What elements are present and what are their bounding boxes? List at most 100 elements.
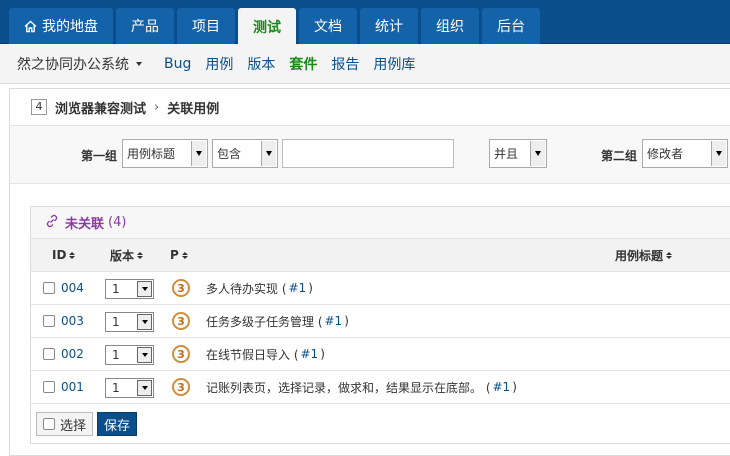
home-icon — [24, 20, 37, 33]
dropdown-arrow-icon — [261, 141, 276, 166]
sort-icon — [137, 251, 144, 259]
group2-field-select[interactable]: 修改者 — [642, 139, 728, 168]
tab-report[interactable]: 统计 — [360, 8, 418, 44]
table-footer: 选择 保存 — [31, 404, 730, 444]
version-select[interactable]: 1 — [105, 345, 154, 365]
version-select[interactable]: 1 — [105, 378, 154, 398]
select-all-label: 选择 — [60, 418, 87, 434]
top-navigation: 我的地盘 产品 项目 测试 文档 统计 组织 后台 — [0, 0, 730, 45]
sub-navigation: 然之协同办公系统 Bug 用例 版本 套件 报告 用例库 — [0, 44, 730, 84]
panel-count: (4) — [108, 215, 127, 230]
case-version-link[interactable]: #1 — [301, 347, 319, 361]
case-id-link[interactable]: 001 — [61, 380, 84, 394]
subnav-item-case[interactable]: 用例 — [205, 54, 233, 74]
priority-badge: 3 — [172, 378, 190, 396]
version-value: 1 — [112, 348, 120, 362]
col-id-header[interactable]: ID — [52, 239, 76, 271]
group1-label: 第一组 — [81, 149, 118, 163]
version-value: 1 — [112, 315, 120, 329]
case-id-link[interactable]: 002 — [61, 347, 84, 361]
system-switcher[interactable]: 然之协同办公系统 — [17, 54, 142, 74]
select-all-button[interactable]: 选择 — [36, 412, 94, 436]
subnav-item-report[interactable]: 报告 — [331, 54, 359, 74]
row-checkbox[interactable] — [43, 282, 55, 294]
panel-header: 未关联 (4) — [31, 207, 730, 239]
breadcrumb-separator: › — [154, 99, 160, 115]
case-title-text: 多人待办实现 ( — [206, 281, 287, 296]
case-version-link[interactable]: #1 — [325, 314, 343, 328]
subnav-item-suite[interactable]: 套件 — [289, 54, 317, 74]
breadcrumb: 4 浏览器兼容测试 › 关联用例 — [10, 89, 730, 126]
row-checkbox[interactable] — [43, 348, 55, 360]
group1-field-select[interactable]: 用例标题 — [122, 139, 208, 168]
group1-operator-value: 包含 — [217, 147, 242, 161]
case-version-link[interactable]: #1 — [289, 281, 307, 295]
row-checkbox[interactable] — [43, 381, 55, 393]
subnav-item-caselib[interactable]: 用例库 — [373, 54, 415, 74]
save-label: 保存 — [104, 418, 131, 434]
group1-value-input[interactable] — [282, 139, 454, 168]
tab-company[interactable]: 组织 — [421, 8, 479, 44]
suite-id-badge: 4 — [31, 99, 47, 115]
tab-admin[interactable]: 后台 — [482, 8, 540, 44]
breadcrumb-current: 关联用例 — [167, 101, 220, 117]
case-title-close: ) — [512, 380, 517, 394]
case-title-text: 在线节假日导入 ( — [206, 347, 299, 362]
main-content: 4 浏览器兼容测试 › 关联用例 第一组 用例标题 包含 并且 第二组 修改者 — [9, 88, 730, 456]
case-id-link[interactable]: 004 — [61, 281, 84, 295]
dropdown-arrow-icon — [137, 380, 152, 396]
case-title: 任务多级子任务管理 ( #1 ) — [206, 305, 349, 337]
group1-operator-select[interactable]: 包含 — [212, 139, 278, 168]
case-title: 多人待办实现 ( #1 ) — [206, 272, 313, 304]
col-title-header[interactable]: 用例标题 — [615, 239, 673, 271]
tab-label: 文档 — [314, 19, 342, 35]
logic-select[interactable]: 并且 — [489, 139, 547, 168]
dropdown-arrow-icon — [711, 141, 726, 166]
version-select[interactable]: 1 — [105, 312, 154, 332]
dropdown-arrow-icon — [191, 141, 206, 166]
priority-badge: 3 — [172, 345, 190, 363]
main-tabs: 我的地盘 产品 项目 测试 文档 统计 组织 后台 — [9, 8, 543, 45]
dropdown-arrow-icon — [137, 314, 152, 330]
tab-label: 组织 — [436, 19, 464, 35]
tab-product[interactable]: 产品 — [116, 8, 174, 44]
panel-title: 未关联 — [65, 217, 105, 232]
col-version-header[interactable]: 版本 — [110, 239, 144, 271]
tab-label: 项目 — [192, 19, 220, 35]
tab-label: 测试 — [253, 19, 281, 36]
system-name: 然之协同办公系统 — [17, 56, 129, 73]
col-priority-label: P — [170, 248, 179, 262]
subnav-item-build[interactable]: 版本 — [247, 54, 275, 74]
select-all-checkbox[interactable] — [43, 418, 55, 430]
sort-icon — [181, 251, 188, 259]
case-title: 记账列表页，选择记录，做求和，结果显示在底部。 ( #1 ) — [206, 371, 517, 403]
tab-test[interactable]: 测试 — [238, 8, 296, 45]
tab-doc[interactable]: 文档 — [299, 8, 357, 44]
group2-field-value: 修改者 — [647, 147, 684, 161]
table-row: 004 1 3 多人待办实现 ( #1 ) — [31, 272, 730, 305]
version-value: 1 — [112, 282, 120, 296]
version-select[interactable]: 1 — [105, 279, 154, 299]
case-title-text: 记账列表页，选择记录，做求和，结果显示在底部。 ( — [206, 380, 491, 395]
group2-label: 第二组 — [601, 149, 638, 163]
group1-field-value: 用例标题 — [127, 147, 176, 161]
tab-project[interactable]: 项目 — [177, 8, 235, 44]
tab-label: 统计 — [375, 19, 403, 35]
case-title: 在线节假日导入 ( #1 ) — [206, 338, 325, 370]
tab-my-dashboard[interactable]: 我的地盘 — [9, 8, 113, 44]
case-id-link[interactable]: 003 — [61, 314, 84, 328]
logic-value: 并且 — [494, 147, 519, 161]
case-title-close: ) — [344, 314, 349, 328]
case-version-link[interactable]: #1 — [493, 380, 511, 394]
priority-badge: 3 — [172, 312, 190, 330]
sort-icon — [69, 251, 76, 259]
row-checkbox[interactable] — [43, 315, 55, 327]
col-priority-header[interactable]: P — [170, 239, 188, 271]
link-icon — [45, 214, 59, 232]
breadcrumb-parent[interactable]: 浏览器兼容测试 — [55, 98, 146, 117]
subnav-item-bug[interactable]: Bug — [164, 56, 191, 72]
save-button[interactable]: 保存 — [97, 412, 138, 436]
case-title-text: 任务多级子任务管理 ( — [206, 314, 323, 329]
tab-label: 产品 — [131, 19, 159, 35]
table-row: 003 1 3 任务多级子任务管理 ( #1 ) — [31, 305, 730, 338]
